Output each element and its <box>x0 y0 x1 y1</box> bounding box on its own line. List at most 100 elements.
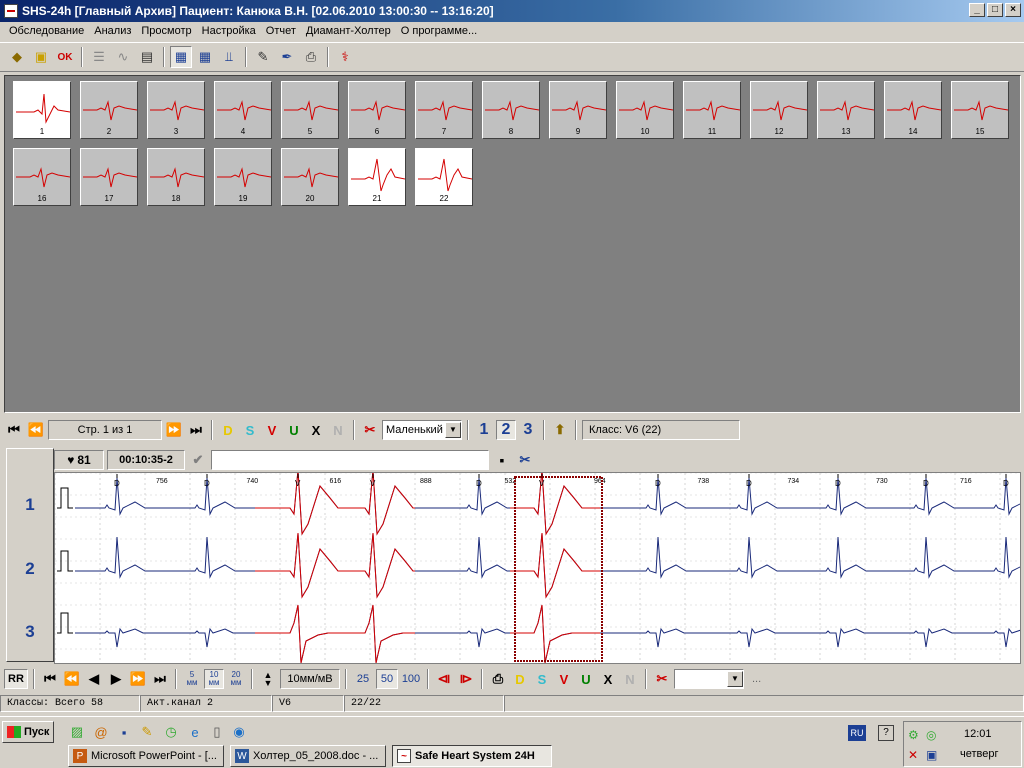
ecg-strip[interactable]: D D V V D V D D D D D 756 740 616 888 532 964 738 734 730 71… <box>54 469 1024 664</box>
class-thumbnail[interactable]: 8 <box>482 81 540 139</box>
ql-clock-icon[interactable]: ◷ <box>162 723 180 741</box>
ecg-icon[interactable]: ∿ <box>112 46 134 68</box>
back-icon[interactable]: ◀ <box>84 669 104 689</box>
fast-back-icon[interactable]: ⏪ <box>62 669 82 689</box>
ecg-canvas[interactable]: D D V V D V D D D D D756 740 616 888 532 964 738 734 730 71… <box>54 469 1024 664</box>
confirm-check-icon[interactable]: ✔ <box>188 450 208 470</box>
speed-spinner-icon[interactable]: ▲ ▼ <box>258 669 278 689</box>
class-thumbnail[interactable]: 13 <box>817 81 875 139</box>
menu-view[interactable]: Просмотр <box>136 25 196 37</box>
task-powerpoint[interactable]: P Microsoft PowerPoint - [... <box>68 745 224 767</box>
class-thumbnail[interactable]: 3 <box>147 81 205 139</box>
list-icon[interactable]: ☰ <box>88 46 110 68</box>
ql-app-icon[interactable]: ▨ <box>68 723 86 741</box>
type-x-button[interactable]: X <box>306 420 326 440</box>
delete-class-icon[interactable]: ✂ <box>360 420 380 440</box>
type-x2-button[interactable]: X <box>598 669 618 689</box>
gain-50-button[interactable]: 50 <box>376 669 398 689</box>
more-label[interactable]: ... <box>752 673 761 685</box>
type-s2-button[interactable]: S <box>532 669 552 689</box>
ql-ie-icon[interactable]: e <box>186 723 204 741</box>
open-exam-icon[interactable]: ◆ <box>6 46 28 68</box>
class-thumbnail[interactable]: 14 <box>884 81 942 139</box>
forward-icon[interactable]: ▶ <box>106 669 126 689</box>
class-thumbnail[interactable]: 10 <box>616 81 674 139</box>
menu-diamant-holter[interactable]: Диамант-Холтер <box>301 25 396 37</box>
class-thumbnail[interactable]: 2 <box>80 81 138 139</box>
export-icon[interactable]: ⬆ <box>550 420 570 440</box>
comment-input[interactable] <box>211 450 489 470</box>
class-thumbnail[interactable]: 12 <box>750 81 808 139</box>
menu-about[interactable]: О программе... <box>396 25 482 37</box>
class-thumbnail[interactable]: 17 <box>80 148 138 206</box>
menu-analysis[interactable]: Анализ <box>89 25 136 37</box>
class-thumbnail[interactable]: 21 <box>348 148 406 206</box>
channel-1-button[interactable]: 1 <box>474 420 494 440</box>
ql-save-icon[interactable]: ▪ <box>115 723 133 741</box>
close-button[interactable]: × <box>1005 3 1021 17</box>
type-u2-button[interactable]: U <box>576 669 596 689</box>
last-page-icon[interactable]: ⏭ <box>186 420 206 440</box>
chart-icon[interactable]: ⫫ <box>218 46 240 68</box>
menu-report[interactable]: Отчет <box>261 25 301 37</box>
beat-filter-select[interactable]: ▼ <box>674 669 744 689</box>
minimize-button[interactable]: _ <box>969 3 985 17</box>
menu-settings[interactable]: Настройка <box>197 25 261 37</box>
help-icon[interactable]: ? <box>878 725 894 741</box>
next-marker-icon[interactable]: ⧐ <box>456 669 476 689</box>
table-icon[interactable]: ▤ <box>136 46 158 68</box>
gain-100-button[interactable]: 100 <box>400 669 422 689</box>
class-thumbnail[interactable]: 1 <box>13 81 71 139</box>
class-thumbnail[interactable]: 11 <box>683 81 741 139</box>
class-thumbnail[interactable]: 20 <box>281 148 339 206</box>
scale-5mm-button[interactable]: 5 мм <box>182 669 202 689</box>
type-u-button[interactable]: U <box>284 420 304 440</box>
sync-icon[interactable]: ◎ <box>926 728 936 742</box>
monitor-icon[interactable]: ▣ <box>926 748 937 762</box>
first-page-icon[interactable]: ⏮ <box>4 420 24 440</box>
network-icon[interactable]: ⚙ <box>908 728 919 742</box>
ql-doc-icon[interactable]: ▯ <box>208 723 226 741</box>
class-thumbnail[interactable]: 15 <box>951 81 1009 139</box>
channel-2-button[interactable]: 2 <box>496 420 516 440</box>
type-v-button[interactable]: V <box>262 420 282 440</box>
type-d2-button[interactable]: D <box>510 669 530 689</box>
type-n-button[interactable]: N <box>328 420 348 440</box>
class-thumbnail[interactable]: 19 <box>214 148 272 206</box>
class-thumbnail[interactable]: 6 <box>348 81 406 139</box>
type-s-button[interactable]: S <box>240 420 260 440</box>
classes-grid-icon[interactable]: ▦ <box>170 46 192 68</box>
prev-marker-icon[interactable]: ⧏ <box>434 669 454 689</box>
channel-3-button[interactable]: 3 <box>518 420 538 440</box>
task-word[interactable]: W Холтер_05_2008.doc - ... <box>230 745 386 767</box>
task-shs24h[interactable]: ~ Safe Heart System 24H <box>392 745 552 767</box>
save-icon[interactable]: ▪ <box>492 450 512 470</box>
first-icon[interactable]: ⏮ <box>40 669 60 689</box>
chevron-down-icon[interactable]: ▼ <box>727 671 743 687</box>
fast-forward-icon[interactable]: ⏩ <box>128 669 148 689</box>
class-thumbnail[interactable]: 5 <box>281 81 339 139</box>
scale-20mm-button[interactable]: 20 мм <box>226 669 246 689</box>
antivirus-icon[interactable]: ✕ <box>908 748 918 762</box>
check-ok-icon[interactable]: OK <box>54 46 76 68</box>
scale-10mm-button[interactable]: 10 мм <box>204 669 224 689</box>
type-n2-button[interactable]: N <box>620 669 640 689</box>
edit-icon[interactable]: ✎ <box>252 46 274 68</box>
maximize-button[interactable]: □ <box>987 3 1003 17</box>
ql-tool-icon[interactable]: ✎ <box>138 723 156 741</box>
type-v2-button[interactable]: V <box>554 669 574 689</box>
class-thumbnail[interactable]: 9 <box>549 81 607 139</box>
type-d-button[interactable]: D <box>218 420 238 440</box>
grid-table-icon[interactable]: ▦ <box>194 46 216 68</box>
pen-icon[interactable]: ✒ <box>276 46 298 68</box>
clock-time[interactable]: 12:01 <box>964 728 992 740</box>
class-thumbnail[interactable]: 16 <box>13 148 71 206</box>
ecg-record-icon[interactable]: ⚕ <box>334 46 356 68</box>
chevron-down-icon[interactable]: ▼ <box>445 422 461 438</box>
next-page-icon[interactable]: ⏩ <box>164 420 184 440</box>
class-thumbnail[interactable]: 22 <box>415 148 473 206</box>
class-thumbnail[interactable]: 4 <box>214 81 272 139</box>
last-icon[interactable]: ⏭ <box>150 669 170 689</box>
class-thumbnail[interactable]: 7 <box>415 81 473 139</box>
ql-browser-icon[interactable]: ◉ <box>230 723 248 741</box>
